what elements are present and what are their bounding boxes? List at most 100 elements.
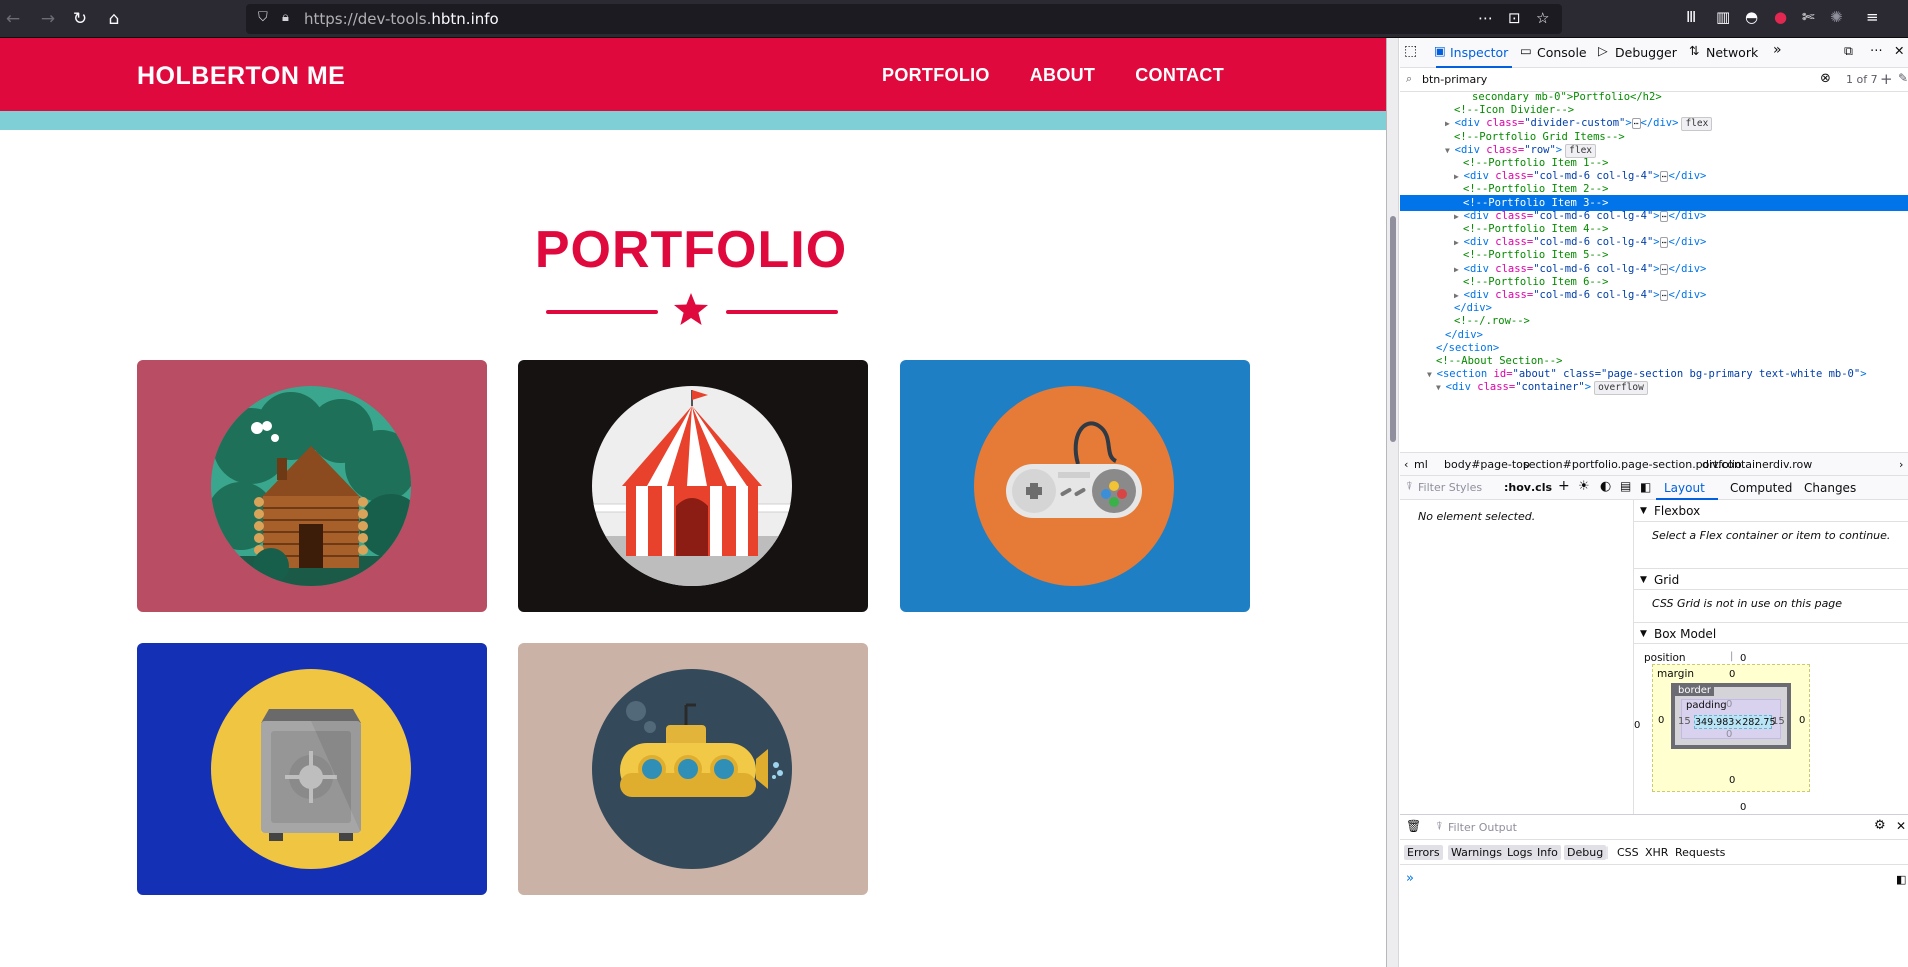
extension-red-icon[interactable]: ● — [1774, 8, 1787, 26]
console-filter-input[interactable]: Filter Output — [1448, 821, 1517, 834]
filter-xhr[interactable]: XHR — [1642, 845, 1671, 860]
bug-icon[interactable]: ✺ — [1830, 8, 1843, 26]
forward-arrow-icon[interactable]: → — [37, 8, 59, 30]
breadcrumb-scroll-left-icon[interactable]: ‹ — [1404, 458, 1408, 471]
nav-about[interactable]: ABOUT — [1030, 65, 1096, 86]
tab-debugger[interactable]: Debugger — [1615, 45, 1677, 60]
toggle-rules-icon[interactable]: ◧ — [1640, 480, 1651, 494]
bookmark-star-icon[interactable]: ☆ — [1536, 9, 1549, 27]
eyedropper-icon[interactable]: ✎ — [1898, 71, 1908, 85]
tab-computed[interactable]: Computed — [1730, 481, 1792, 495]
filter-requests[interactable]: Requests — [1672, 845, 1728, 860]
close-icon[interactable]: ✕ — [1894, 43, 1904, 58]
tracking-shield-icon[interactable]: ⛉ — [258, 10, 268, 25]
markup-comment: <!--Portfolio Item 5--> — [1463, 249, 1609, 262]
nav-portfolio[interactable]: PORTFOLIO — [882, 65, 990, 86]
markup-tag: <div — [1454, 117, 1487, 130]
expand-toggle-icon[interactable]: ▶ — [1454, 172, 1464, 181]
url-text[interactable]: https://dev-tools.hbtn.info — [304, 10, 499, 28]
settings-gear-icon[interactable]: ⚙ — [1874, 818, 1886, 833]
options-menu-icon[interactable]: ⋯ — [1870, 42, 1883, 57]
brand-link[interactable]: HOLBERTON ME — [137, 62, 345, 91]
markup-line[interactable]: ▼ <div class="container"> overflow — [1400, 379, 1908, 396]
breadcrumb-item[interactable]: div.row — [1773, 458, 1812, 471]
filter-styles-input[interactable]: Filter Styles — [1418, 481, 1482, 494]
console-prompt[interactable]: » — [1406, 871, 1414, 886]
markup-comment: <!--About Section--> — [1436, 355, 1563, 367]
home-icon[interactable]: ⌂ — [103, 8, 125, 30]
pocket-icon[interactable]: ⊡ — [1508, 9, 1521, 27]
reload-icon[interactable]: ↻ — [69, 8, 91, 30]
portfolio-item-1[interactable] — [137, 360, 487, 612]
responsive-mode-icon[interactable]: ⧉ — [1844, 43, 1853, 59]
portfolio-item-4[interactable] — [137, 643, 487, 895]
menu-icon[interactable]: ≡ — [1866, 8, 1879, 26]
markup-search[interactable]: ⌕ btn-primary ⊗ 1 of 7 + ✎ — [1400, 68, 1908, 92]
trash-icon[interactable]: 🗑︎ — [1406, 819, 1421, 833]
breadcrumb-item[interactable]: ml — [1414, 458, 1428, 471]
filter-errors[interactable]: Errors — [1404, 845, 1443, 860]
url-bar[interactable]: ⛉ 🔒︎ https://dev-tools.hbtn.info ⋯ ⊡ ☆ — [246, 4, 1562, 34]
expand-toggle-icon[interactable]: ▼ — [1427, 370, 1437, 379]
page-scrollbar-thumb[interactable] — [1390, 216, 1396, 442]
breadcrumb-scroll-right-icon[interactable]: › — [1899, 458, 1903, 471]
editor-mode-icon[interactable]: ◧ — [1896, 873, 1906, 886]
expand-toggle-icon[interactable]: ▼ — [1436, 383, 1446, 392]
lock-icon[interactable]: 🔒︎ — [282, 10, 289, 25]
extension-icon[interactable]: ◓ — [1745, 8, 1758, 26]
filter-info[interactable]: Info — [1534, 845, 1561, 860]
filter-logs[interactable]: Logs — [1504, 845, 1536, 860]
boxmodel-section-header[interactable]: ▼ Box Model — [1634, 622, 1908, 644]
add-rule-icon[interactable]: + — [1558, 478, 1570, 494]
breadcrumb-item[interactable]: body#page-top — [1444, 458, 1530, 471]
expand-toggle-icon[interactable]: ▼ — [1445, 146, 1455, 155]
grid-section-header[interactable]: ▼ Grid — [1634, 568, 1908, 590]
tab-console[interactable]: Console — [1537, 45, 1587, 60]
light-mode-icon[interactable]: ☀ — [1578, 479, 1590, 494]
breadcrumb-item[interactable]: div.container — [1702, 458, 1773, 471]
expand-toggle-icon[interactable]: ▶ — [1445, 119, 1455, 128]
markup-attr-name: class= — [1495, 289, 1534, 301]
portfolio-item-5[interactable] — [518, 643, 868, 895]
expand-toggle-icon[interactable]: ▶ — [1454, 238, 1464, 247]
filter-warnings[interactable]: Warnings — [1448, 845, 1505, 860]
no-element-message: No element selected. — [1418, 510, 1536, 523]
library-icon[interactable]: Ⅲ — [1686, 8, 1696, 26]
hover-states-button[interactable]: :hov — [1504, 481, 1531, 494]
tab-inspector[interactable]: Inspector — [1450, 45, 1508, 60]
grid-message: CSS Grid is not in use on this page — [1652, 597, 1843, 610]
screenshot-icon[interactable]: ✄ — [1802, 8, 1815, 26]
close-console-icon[interactable]: ✕ — [1896, 819, 1906, 833]
portfolio-item-2[interactable] — [518, 360, 868, 612]
expand-toggle-icon[interactable]: ▶ — [1454, 212, 1464, 221]
clear-search-icon[interactable]: ⊗ — [1820, 71, 1831, 86]
dark-mode-icon[interactable]: ◐ — [1600, 479, 1611, 494]
portfolio-item-3[interactable] — [900, 360, 1250, 612]
flexbox-section-header[interactable]: ▼ Flexbox — [1634, 500, 1908, 522]
page-actions-icon[interactable]: ⋯ — [1478, 9, 1493, 27]
tab-layout[interactable]: Layout — [1664, 481, 1705, 495]
add-node-icon[interactable]: + — [1880, 70, 1893, 88]
markup-search-input[interactable]: btn-primary — [1422, 73, 1487, 86]
expand-toggle-icon[interactable]: ▶ — [1454, 265, 1464, 274]
element-picker-icon[interactable]: ⬚ — [1404, 43, 1417, 59]
back-arrow-icon[interactable]: ← — [2, 8, 24, 30]
tab-changes[interactable]: Changes — [1804, 481, 1856, 495]
tab-network[interactable]: Network — [1706, 45, 1758, 60]
position-left-value: 0 — [1634, 720, 1641, 731]
page-scrollbar[interactable] — [1387, 38, 1399, 967]
markup-attr-value: "col-md-6 col-lg-4" — [1533, 289, 1654, 301]
site-navbar: HOLBERTON ME PORTFOLIO ABOUT CONTACT — [0, 38, 1386, 111]
more-tools-icon[interactable]: » — [1773, 42, 1782, 58]
markup-tag: > — [1653, 289, 1660, 301]
classes-button[interactable]: .cls — [1531, 481, 1552, 494]
filter-debug[interactable]: Debug — [1564, 845, 1607, 860]
expand-toggle-icon[interactable]: ▶ — [1454, 291, 1464, 300]
filter-css[interactable]: CSS — [1614, 845, 1642, 860]
content-size[interactable]: 349.983×282.75 — [1694, 715, 1776, 729]
nav-contact[interactable]: CONTACT — [1135, 65, 1224, 86]
layout-badge[interactable]: overflow — [1594, 381, 1648, 396]
sidebar-icon[interactable]: ▥ — [1716, 8, 1730, 26]
markup-tree[interactable]: secondary mb-0">Portfolio</h2> <!--Icon D… — [1400, 92, 1908, 452]
print-media-icon[interactable]: ▤ — [1620, 479, 1631, 493]
